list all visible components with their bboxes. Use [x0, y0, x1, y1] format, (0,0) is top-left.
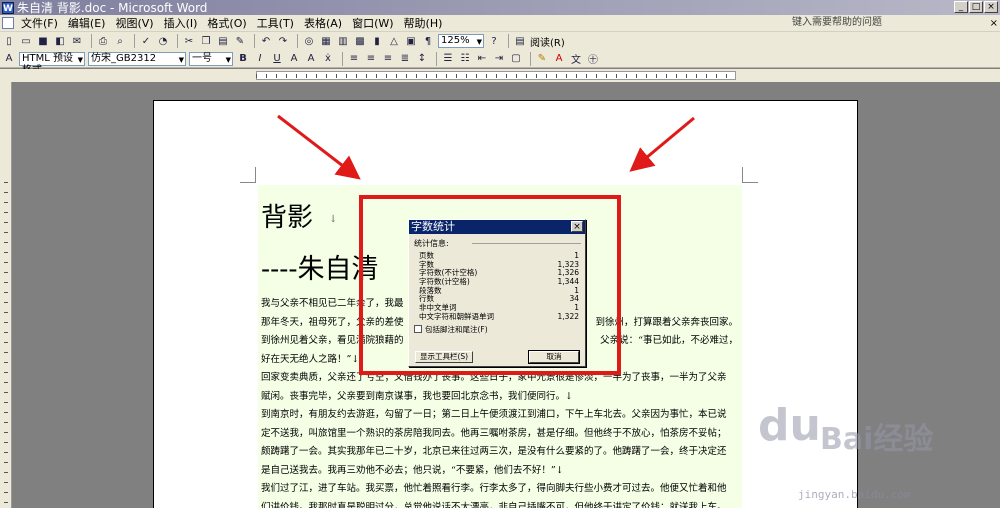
stat-row: 字符数(计空格) 1,344 [419, 277, 579, 287]
dialog-close-button[interactable]: × [571, 221, 583, 232]
arrow-left [277, 114, 361, 180]
stat-label: 中文字符和朝鲜语单词 [419, 311, 494, 321]
footnotes-checkbox[interactable] [414, 325, 422, 333]
dialog-buttons: 显示工具栏(S) 取消 [415, 350, 580, 364]
watermark-url: jingyan.baidu.com [798, 488, 911, 501]
baidu-paw-icon: du [758, 400, 821, 451]
watermark-brand: Bai经验 [820, 422, 934, 457]
dialog-title: 字数统计 [411, 220, 455, 233]
stats-group-label: 统计信息: [414, 238, 585, 249]
stat-row: 页数 1 [419, 251, 579, 261]
stats-list: 页数 1 字数 1,323 字符数(不计空格) 1,326 字符数(计空格) 1,344… [419, 251, 579, 322]
arrow-right [629, 116, 695, 172]
word-count-dialog[interactable]: 字数统计 × 统计信息: 页数 1 字数 1,323 字符数(不计空格) 1,326 … [408, 219, 586, 367]
footnotes-checkbox-label: 包括脚注和尾注(F) [425, 324, 488, 334]
show-toolbar-button[interactable]: 显示工具栏(S) [415, 351, 474, 363]
footnotes-checkbox-row[interactable]: 包括脚注和尾注(F) [414, 324, 585, 335]
dialog-title-bar[interactable]: 字数统计 × [409, 220, 585, 234]
stat-row: 中文字符和朝鲜语单词 1,322 [419, 311, 579, 322]
cancel-button[interactable]: 取消 [528, 350, 580, 364]
stat-row: 段落数 1 [419, 286, 579, 296]
stat-value: 1,322 [557, 311, 579, 321]
watermark: du Bai经验 jingyan.baidu.com [758, 400, 998, 506]
